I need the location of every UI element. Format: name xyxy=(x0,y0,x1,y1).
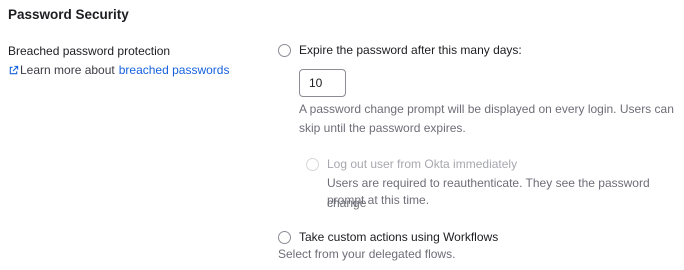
expire-password-label[interactable]: Expire the password after this many days… xyxy=(299,42,522,58)
logout-immediately-radio[interactable] xyxy=(306,158,319,171)
external-link-icon xyxy=(9,65,19,74)
learn-more-prefix: Learn more about xyxy=(20,63,115,77)
expire-days-input[interactable] xyxy=(299,69,346,97)
expire-help-line-2: skip until the password expires. xyxy=(299,121,466,135)
logout-immediately-label[interactable]: Log out user from Okta immediately xyxy=(327,156,517,172)
workflows-radio[interactable] xyxy=(278,231,291,244)
workflows-help: Select from your delegated flows. xyxy=(278,247,456,261)
workflows-label[interactable]: Take custom actions using Workflows xyxy=(299,229,498,245)
logout-help-line-2: prompt at this time. xyxy=(327,193,430,207)
breached-passwords-link[interactable]: breached passwords xyxy=(119,62,230,78)
expire-help-line-1: A password change prompt will be display… xyxy=(299,102,674,116)
section-title: Password Security xyxy=(8,7,129,22)
password-security-panel: Password Security Breached password prot… xyxy=(0,0,684,270)
learn-more-line: Learn more about breached passwords xyxy=(8,62,229,78)
expire-password-radio[interactable] xyxy=(278,44,291,57)
setting-label: Breached password protection xyxy=(8,44,171,58)
setting-description: Breached password protection Learn more … xyxy=(8,43,229,78)
